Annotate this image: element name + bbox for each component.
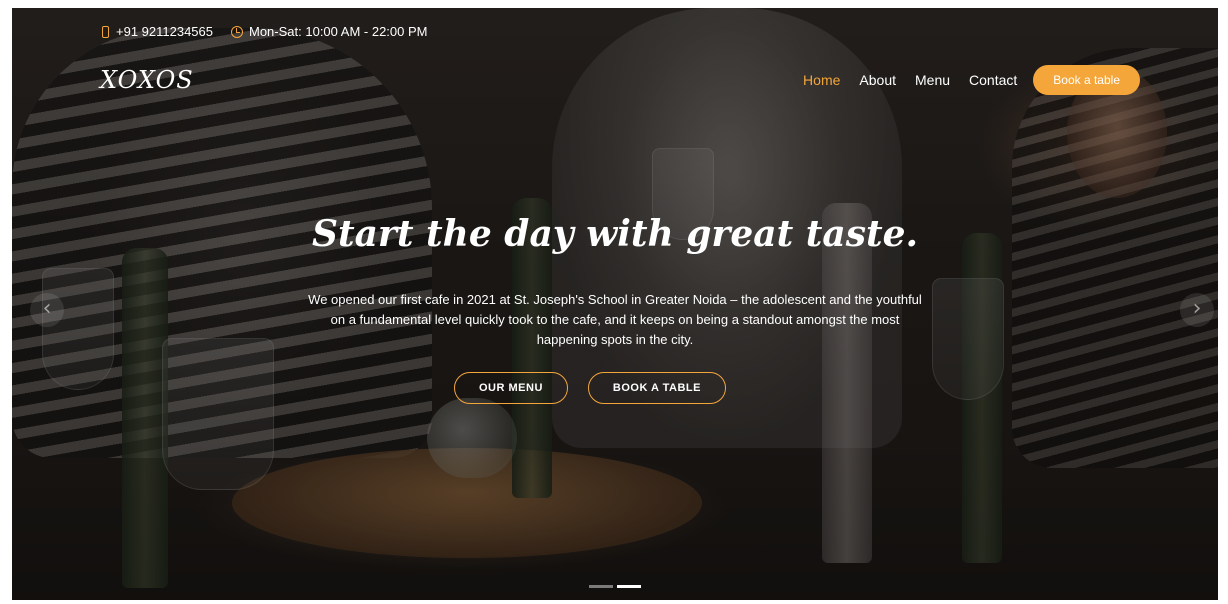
hero-section: +91 9211234565 Mon-Sat: 10:00 AM - 22:00… <box>12 8 1218 600</box>
nav-item-home[interactable]: Home <box>803 72 840 88</box>
chevron-right-icon[interactable]: › <box>1180 293 1214 327</box>
carousel-indicators <box>12 585 1218 588</box>
hero-description: We opened our first cafe in 2021 at St. … <box>308 292 922 347</box>
our-menu-button[interactable]: OUR MENU <box>454 372 568 404</box>
site-logo[interactable]: XOXOS <box>100 66 194 94</box>
hero-cta-group: OUR MENU BOOK A TABLE <box>12 372 1218 404</box>
clock-icon <box>231 25 243 38</box>
nav-item-about[interactable]: About <box>859 72 896 88</box>
chevron-left-icon[interactable]: ‹ <box>30 293 64 327</box>
phone-number: +91 9211234565 <box>116 24 213 39</box>
top-info-bar: +91 9211234565 Mon-Sat: 10:00 AM - 22:00… <box>102 24 445 39</box>
phone-info[interactable]: +91 9211234565 <box>102 24 213 39</box>
hero-headline: Start the day with great taste. <box>311 213 919 255</box>
opening-hours: Mon-Sat: 10:00 AM - 22:00 PM <box>231 24 427 39</box>
opening-hours-text: Mon-Sat: 10:00 AM - 22:00 PM <box>249 24 428 39</box>
nav-item-menu[interactable]: Menu <box>915 72 950 88</box>
phone-icon <box>102 25 109 38</box>
main-nav: Home About Menu Contact Book a table <box>784 65 1140 95</box>
book-table-nav-button[interactable]: Book a table <box>1033 65 1140 95</box>
carousel-indicator-2[interactable] <box>617 585 641 588</box>
carousel-indicator-1[interactable] <box>589 585 613 588</box>
screenshot-frame: +91 9211234565 Mon-Sat: 10:00 AM - 22:00… <box>0 0 1228 604</box>
nav-item-contact[interactable]: Contact <box>969 72 1017 88</box>
book-table-button[interactable]: BOOK A TABLE <box>587 372 726 404</box>
